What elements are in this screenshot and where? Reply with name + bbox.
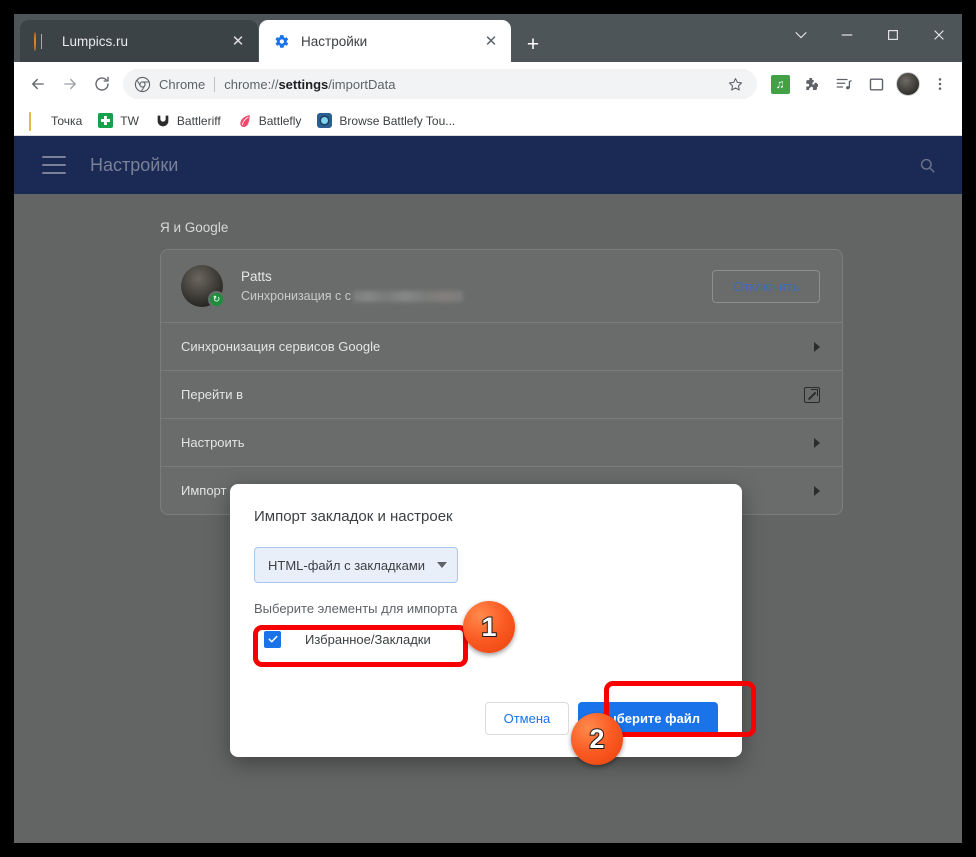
screen-root: Lumpics.ru ✕ Настройки ✕ + Chrome chrome… bbox=[0, 0, 976, 857]
title-bar: Lumpics.ru ✕ Настройки ✕ + bbox=[14, 14, 962, 62]
step-badge-2: 2 bbox=[571, 713, 623, 765]
bookmark-label: TW bbox=[120, 113, 139, 128]
row-label: Перейти в bbox=[181, 387, 244, 402]
minimize-icon[interactable] bbox=[824, 14, 870, 56]
bookmark-item[interactable]: Browse Battlefy Tou... bbox=[310, 109, 462, 133]
external-link-icon bbox=[804, 386, 820, 403]
tab-title: Lumpics.ru bbox=[62, 33, 129, 49]
account-card: ↻ Patts Синхронизация с с Отключить Синх… bbox=[160, 249, 843, 515]
browser-tab-settings[interactable]: Настройки ✕ bbox=[259, 20, 511, 62]
bookmark-label: Точка bbox=[51, 113, 83, 128]
page-title: Настройки bbox=[90, 154, 179, 175]
green-cross-icon bbox=[98, 112, 114, 129]
chevron-right-icon bbox=[814, 341, 820, 352]
tab-title: Настройки bbox=[301, 33, 368, 49]
bookmarks-bar: Точка TW Battleriff Battlefly Browse Bat… bbox=[14, 106, 962, 136]
settings-top-bar: Настройки bbox=[14, 136, 962, 194]
new-tab-button[interactable]: + bbox=[519, 30, 547, 58]
settings-content: Я и Google ↻ Patts Синхронизация с с Отк… bbox=[14, 194, 962, 515]
folder-icon bbox=[29, 111, 45, 131]
sync-badge-icon: ↻ bbox=[208, 291, 225, 308]
disconnect-button[interactable]: Отключить bbox=[712, 269, 820, 303]
blue-gem-icon bbox=[317, 112, 333, 129]
chevron-right-icon bbox=[814, 437, 820, 448]
chevron-right-icon bbox=[814, 485, 820, 496]
gear-icon bbox=[273, 33, 290, 50]
cancel-button[interactable]: Отмена bbox=[484, 702, 570, 735]
browser-toolbar: Chrome chrome://settings/importData ♫ bbox=[14, 62, 962, 106]
red-leaf-icon bbox=[237, 113, 253, 129]
settings-page: Настройки Я и Google ↻ Patts Синхронизац… bbox=[14, 136, 962, 843]
window-controls bbox=[778, 14, 962, 56]
settings-row-goto[interactable]: Перейти в bbox=[161, 370, 842, 418]
search-icon[interactable] bbox=[914, 152, 940, 178]
chevron-down-icon[interactable] bbox=[778, 14, 824, 56]
tab-close-icon[interactable]: ✕ bbox=[481, 31, 501, 51]
bookmarks-checkbox[interactable] bbox=[264, 630, 281, 648]
section-title: Я и Google bbox=[160, 220, 229, 235]
settings-row-customize[interactable]: Настроить bbox=[161, 418, 842, 466]
reload-icon[interactable] bbox=[86, 68, 118, 100]
browser-window: Lumpics.ru ✕ Настройки ✕ + Chrome chrome… bbox=[14, 14, 962, 843]
avatar[interactable] bbox=[892, 68, 924, 100]
bookmark-item[interactable]: Battlefly bbox=[230, 109, 309, 133]
settings-row-sync-services[interactable]: Синхронизация сервисов Google bbox=[161, 322, 842, 370]
omnibox-url: chrome://settings/importData bbox=[224, 76, 396, 92]
omnibox-scheme-label: Chrome bbox=[159, 76, 206, 92]
chrome-menu-icon[interactable] bbox=[924, 68, 956, 100]
row-label: Синхронизация сервисов Google bbox=[181, 339, 381, 354]
account-row: ↻ Patts Синхронизация с с Отключить bbox=[161, 250, 842, 322]
side-panel-icon[interactable] bbox=[860, 68, 892, 100]
sync-status-text: Синхронизация с с bbox=[241, 289, 351, 303]
chevron-down-icon bbox=[437, 562, 447, 568]
account-text: Patts Синхронизация с с bbox=[241, 269, 712, 303]
omnibox-separator bbox=[214, 76, 216, 92]
orange-circle-icon bbox=[34, 31, 51, 51]
puzzle-extensions-icon[interactable] bbox=[796, 68, 828, 100]
import-source-select[interactable]: HTML-файл с закладками bbox=[254, 547, 458, 583]
forward-icon[interactable] bbox=[54, 68, 86, 100]
chrome-logo-icon bbox=[134, 76, 151, 93]
bookmark-label: Battlefly bbox=[258, 113, 302, 128]
bookmark-label: Browse Battlefy Tou... bbox=[339, 113, 456, 128]
account-name: Patts bbox=[241, 269, 272, 284]
browser-tab-lumpics[interactable]: Lumpics.ru ✕ bbox=[20, 20, 258, 62]
bookmark-label: Battleriff bbox=[176, 113, 221, 128]
step-badge-1: 1 bbox=[463, 601, 515, 653]
tab-close-icon[interactable]: ✕ bbox=[228, 31, 248, 51]
blurred-email bbox=[353, 290, 463, 302]
reading-list-icon[interactable] bbox=[828, 68, 860, 100]
dialog-title: Импорт закладок и настроек bbox=[254, 508, 453, 525]
row-label: Настроить bbox=[181, 435, 245, 450]
avatar: ↻ bbox=[181, 265, 225, 308]
account-sync-status: Синхронизация с с bbox=[241, 289, 712, 303]
bookmark-item[interactable]: TW bbox=[91, 109, 146, 133]
checkbox-label: Избранное/Закладки bbox=[305, 631, 431, 647]
back-icon[interactable] bbox=[22, 68, 54, 100]
bookmark-star-icon[interactable] bbox=[719, 68, 751, 100]
select-value: HTML-файл с закладками bbox=[268, 557, 426, 573]
address-bar[interactable]: Chrome chrome://settings/importData bbox=[123, 69, 757, 99]
maximize-icon[interactable] bbox=[870, 14, 916, 56]
close-icon[interactable] bbox=[916, 14, 962, 56]
hamburger-icon[interactable] bbox=[42, 156, 66, 174]
shield-icon bbox=[155, 113, 171, 129]
music-extension-icon[interactable]: ♫ bbox=[764, 68, 796, 100]
bookmark-item[interactable]: Точка bbox=[22, 109, 89, 133]
bookmark-item[interactable]: Battleriff bbox=[148, 109, 228, 133]
